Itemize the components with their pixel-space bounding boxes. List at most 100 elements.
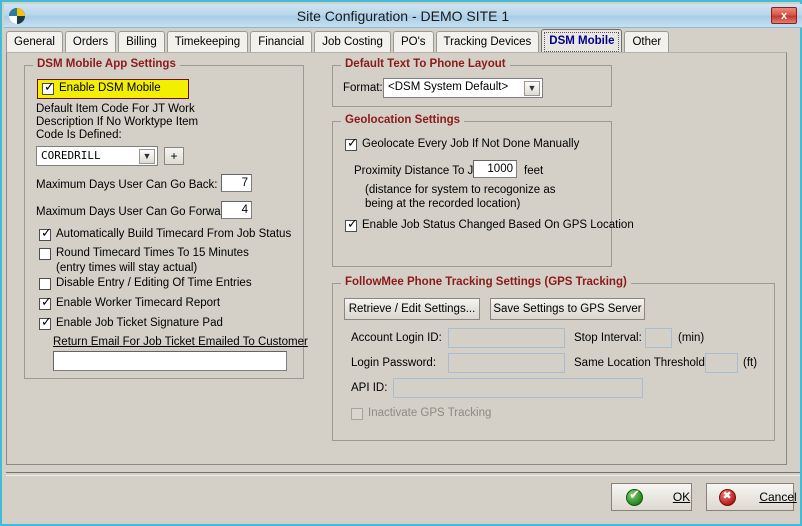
checkbox-box: ✓ [39, 226, 52, 241]
group-legend: Geolocation Settings [341, 114, 465, 126]
stop-interval-label: Stop Interval: [574, 332, 642, 344]
chevron-down-icon[interactable]: ▼ [524, 81, 540, 96]
account-login-id-input[interactable] [448, 328, 565, 348]
check-icon: ✓ [41, 315, 52, 330]
proximity-note-line1: (distance for system to recogonize as [365, 184, 556, 196]
ok-button[interactable]: OK [611, 483, 692, 511]
tab-label: PO's [400, 36, 426, 48]
default-item-code-label-line2: Description If No Worktype Item [36, 116, 199, 128]
default-text-to-phone-layout-group: Default Text To Phone Layout Format: <DS… [332, 58, 612, 107]
tab-billing[interactable]: Billing [118, 31, 165, 52]
checkbox-label: Geolocate Every Job If Not Done Manually [362, 138, 580, 150]
tab-dsm-mobile[interactable]: DSM Mobile [541, 29, 623, 52]
proximity-distance-label: Proximity Distance To Job: [354, 165, 490, 177]
login-password-label: Login Password: [351, 357, 437, 369]
tab-label: Other [632, 36, 662, 48]
stop-interval-unit: (min) [678, 332, 705, 344]
same-location-threshold-unit: (ft) [743, 357, 758, 369]
item-code-value: COREDRILL [41, 149, 101, 162]
save-settings-to-gps-server-button[interactable]: Save Settings to GPS Server [490, 298, 645, 320]
tab-label: DSM Mobile [549, 35, 615, 47]
close-icon[interactable]: x [771, 7, 797, 24]
checkbox-box: ✓ [42, 80, 55, 95]
checkbox-box: ✓ [345, 136, 358, 151]
check-icon: ✓ [347, 217, 358, 232]
tab-pos[interactable]: PO's [392, 31, 434, 52]
group-legend: Default Text To Phone Layout [341, 58, 510, 70]
account-login-id-label: Account Login ID: [351, 332, 442, 344]
tab-timekeeping[interactable]: Timekeeping [166, 31, 249, 52]
check-icon: ✓ [41, 295, 52, 310]
proximity-note-line2: being at the recorded location) [365, 198, 521, 210]
add-item-code-button[interactable]: + [164, 147, 184, 165]
max-days-back-label: Maximum Days User Can Go Back: [36, 179, 218, 191]
checkbox-label: Automatically Build Timecard From Job St… [56, 228, 292, 240]
title-bar: Site Configuration - DEMO SITE 1 x [4, 4, 802, 28]
format-value: <DSM System Default> [388, 81, 509, 93]
tab-label: General [14, 36, 55, 48]
checkbox-box [39, 278, 51, 290]
same-location-threshold-label: Same Location Threshold: [574, 357, 709, 369]
followmee-tracking-settings-group: FollowMee Phone Tracking Settings (GPS T… [332, 276, 775, 441]
round-timecard-note: (entry times will stay actual) [56, 262, 198, 274]
checkbox-label: Inactivate GPS Tracking [368, 407, 492, 419]
checkbox-label: Enable Worker Timecard Report [56, 297, 221, 309]
login-password-input[interactable] [448, 353, 565, 373]
default-item-code-label-line3: Code Is Defined: [36, 129, 122, 141]
geolocation-settings-group: Geolocation Settings ✓ Geolocate Every J… [332, 114, 634, 267]
proximity-unit: feet [524, 165, 544, 177]
default-item-code-label-line1: Default Item Code For JT Work [36, 103, 195, 115]
dsm-mobile-tab-page: DSM Mobile App Settings ✓ Enable DSM Mob… [6, 52, 787, 465]
return-email-label: Return Email For Job Ticket Emailed To C… [53, 336, 308, 348]
tab-job-costing[interactable]: Job Costing [314, 31, 391, 52]
check-icon: ✓ [347, 136, 358, 151]
return-email-input[interactable] [53, 351, 287, 371]
same-location-threshold-input[interactable] [705, 353, 738, 373]
proximity-distance-input[interactable]: 1000 [473, 160, 517, 178]
cancel-button-label: Cancel [759, 490, 797, 504]
max-days-forward-label: Maximum Days User Can Go Forward: [36, 206, 235, 218]
checkbox-label: Round Timecard Times To 15 Minutes [56, 247, 249, 259]
tab-label: Billing [126, 36, 157, 48]
format-label: Format: [343, 82, 383, 94]
group-legend: FollowMee Phone Tracking Settings (GPS T… [341, 276, 631, 288]
checkbox-label: Enable DSM Mobile [59, 82, 161, 94]
checkbox-box: ✓ [39, 315, 52, 330]
tab-strip: General Orders Billing Timekeeping Finan… [6, 29, 800, 53]
tab-label: Orders [72, 36, 109, 48]
api-id-label: API ID: [351, 382, 388, 394]
check-icon: ✓ [44, 80, 55, 95]
tab-label: Timekeeping [174, 36, 241, 48]
tab-financial[interactable]: Financial [250, 31, 313, 52]
site-configuration-window: Site Configuration - DEMO SITE 1 x Gener… [0, 0, 802, 526]
check-icon: ✓ [41, 226, 52, 241]
max-days-forward-input[interactable]: 4 [221, 201, 252, 219]
tab-tracking-devices[interactable]: Tracking Devices [435, 31, 540, 52]
checkbox-box [351, 408, 363, 420]
checkbox-label: Enable Job Ticket Signature Pad [56, 317, 223, 329]
api-id-input[interactable] [393, 378, 643, 398]
item-code-dropdown[interactable]: COREDRILL ▼ [36, 146, 158, 166]
group-legend: DSM Mobile App Settings [33, 58, 180, 70]
format-dropdown[interactable]: <DSM System Default> ▼ [383, 78, 543, 98]
retrieve-edit-settings-button[interactable]: Retrieve / Edit Settings... [344, 298, 480, 320]
max-days-back-input[interactable]: 7 [221, 174, 252, 192]
tab-label: Tracking Devices [443, 36, 532, 48]
dsm-mobile-app-settings-group: DSM Mobile App Settings ✓ Enable DSM Mob… [24, 58, 308, 379]
chevron-down-icon[interactable]: ▼ [139, 149, 155, 164]
tab-general[interactable]: General [6, 31, 63, 52]
checkbox-label: Enable Job Status Changed Based On GPS L… [362, 219, 634, 231]
checkbox-label: Disable Entry / Editing Of Time Entries [56, 277, 252, 289]
checkbox-box: ✓ [39, 295, 52, 310]
checkbox-box [39, 248, 51, 260]
tab-label: Job Costing [322, 36, 383, 48]
cancel-button[interactable]: Cancel [706, 483, 797, 511]
checkbox-box: ✓ [345, 217, 358, 232]
stop-interval-input[interactable] [645, 328, 672, 348]
window-title: Site Configuration - DEMO SITE 1 [296, 8, 510, 24]
footer-separator [6, 472, 800, 476]
tab-other[interactable]: Other [624, 31, 670, 52]
ok-button-label: OK [672, 490, 691, 504]
tab-orders[interactable]: Orders [64, 31, 117, 52]
tab-label: Financial [258, 36, 305, 48]
